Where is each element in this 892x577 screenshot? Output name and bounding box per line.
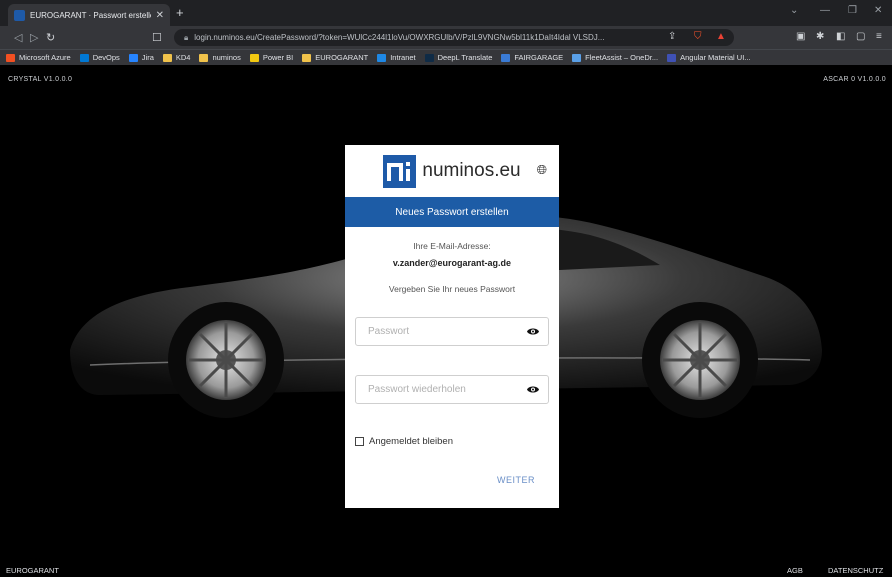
- version-right: ASCAR 0 V1.0.0.0: [823, 76, 886, 83]
- sidebar-icon[interactable]: ◧: [836, 31, 845, 42]
- forward-icon[interactable]: ▷: [30, 31, 38, 44]
- bookmark-icon: [572, 53, 582, 62]
- instruction-text: Vergeben Sie Ihr neues Passwort: [388, 284, 516, 294]
- card-header: numinos.eu 🌐︎: [345, 145, 559, 197]
- brave-shield-icon[interactable]: ⛉: [694, 31, 702, 42]
- bookmark-page-icon[interactable]: ☐: [152, 31, 162, 44]
- bookmarks-bar: Microsoft Azure DevOps Jira KD4 numinos Power…: [0, 49, 892, 65]
- show-password-repeat-icon[interactable]: [527, 385, 539, 394]
- version-left: CRYSTAL V1.0.0.0: [8, 76, 73, 83]
- browser-tab[interactable]: EUROGARANT · Passwort erstellen ✕: [8, 4, 170, 26]
- bookmark-label: Microsoft Azure: [19, 53, 71, 62]
- bookmark-item[interactable]: Intranet: [377, 53, 416, 62]
- bookmark-icon: [199, 53, 209, 62]
- bookmark-item[interactable]: Angular Material UI...: [667, 53, 751, 62]
- bookmark-item[interactable]: EUROGARANT: [302, 53, 368, 62]
- bookmark-item[interactable]: Jira: [128, 53, 154, 62]
- logo-text: numinos.eu: [422, 160, 521, 181]
- bookmark-label: EUROGARANT: [315, 53, 369, 62]
- maximize-icon[interactable]: ❐: [848, 5, 857, 16]
- bookmark-label: Angular Material UI...: [680, 53, 751, 62]
- login-page: CRYSTAL V1.0.0.0 ASCAR 0 V1.0.0.0 numino…: [0, 65, 892, 577]
- bookmark-icon: [501, 53, 511, 62]
- extensions-puzzle-icon[interactable]: ✱: [816, 31, 824, 42]
- bookmark-icon: [162, 53, 172, 62]
- agb-link[interactable]: AGB: [787, 566, 803, 575]
- password-repeat-field[interactable]: [355, 375, 549, 404]
- weiter-button[interactable]: WEITER: [497, 475, 535, 485]
- close-tab-icon[interactable]: ✕: [156, 10, 164, 21]
- bookmark-icon: [377, 53, 387, 62]
- tab-search-icon[interactable]: ⌄: [790, 5, 798, 16]
- url-text: login.numinos.eu/CreatePassword/?token=W…: [194, 33, 605, 42]
- bookmark-label: DeepL Translate: [437, 53, 493, 62]
- bookmark-item[interactable]: FAIRGARAGE: [501, 53, 563, 62]
- show-password-icon[interactable]: [527, 327, 539, 336]
- extension-icon[interactable]: ▣: [796, 31, 805, 42]
- bookmark-label: DevOps: [92, 53, 120, 62]
- minimize-icon[interactable]: —: [820, 5, 830, 16]
- bookmark-icon: [128, 53, 138, 62]
- bookmark-label: Jira: [141, 53, 154, 62]
- password-repeat-input[interactable]: [366, 383, 516, 396]
- browser-tab-bar: EUROGARANT · Passwort erstellen ✕ + ⌄ — …: [0, 0, 892, 26]
- bookmark-item[interactable]: Power BI: [249, 53, 294, 62]
- bookmark-label: Intranet: [390, 53, 416, 62]
- reload-icon[interactable]: ↻: [46, 31, 55, 44]
- share-icon[interactable]: ⇪: [668, 31, 676, 42]
- address-bar[interactable]: 🔒︎ login.numinos.eu/CreatePassword/?toke…: [174, 29, 734, 46]
- wallet-icon[interactable]: ▢: [856, 31, 865, 42]
- menu-icon[interactable]: ≡: [876, 31, 882, 42]
- login-card: numinos.eu 🌐︎ Neues Passwort erstellen I…: [345, 145, 559, 508]
- password-field[interactable]: [355, 317, 549, 346]
- close-window-icon[interactable]: ✕: [874, 5, 882, 16]
- new-tab-icon[interactable]: +: [176, 5, 184, 20]
- browser-toolbar: ◁ ▷ ↻ ☐ 🔒︎ login.numinos.eu/CreatePasswo…: [0, 26, 892, 49]
- bookmark-label: KD4: [175, 53, 191, 62]
- password-input[interactable]: [366, 325, 516, 338]
- bookmark-label: numinos: [212, 53, 241, 62]
- bookmark-icon: [249, 53, 259, 62]
- bookmark-icon: [667, 53, 677, 62]
- brave-rewards-icon[interactable]: ▲: [716, 31, 726, 42]
- bookmark-icon: [79, 53, 89, 62]
- bookmark-icon: [6, 53, 15, 62]
- back-icon[interactable]: ◁: [14, 31, 22, 44]
- remember-label: Angemeldet bleiben: [369, 436, 453, 447]
- bookmark-item[interactable]: DevOps: [79, 53, 120, 62]
- card-banner: Neues Passwort erstellen: [345, 197, 559, 227]
- bookmark-item[interactable]: KD4: [162, 53, 191, 62]
- language-globe-icon[interactable]: 🌐︎: [537, 162, 547, 178]
- footer-brand: EUROGARANT: [6, 566, 59, 575]
- email-value: v.zander@eurogarant-ag.de: [392, 258, 512, 268]
- datenschutz-link[interactable]: DATENSCHUTZ: [828, 566, 883, 575]
- eurogarant-favicon-icon: [14, 9, 25, 21]
- bookmark-icon: [424, 53, 434, 62]
- lock-icon: 🔒︎: [184, 32, 189, 42]
- remember-checkbox[interactable]: [355, 437, 364, 446]
- remember-me[interactable]: Angemeldet bleiben: [355, 436, 453, 447]
- bookmark-item[interactable]: FleetAssist – OneDr...: [572, 53, 658, 62]
- bookmark-label: FAIRGARAGE: [514, 53, 564, 62]
- bookmark-icon: [302, 53, 312, 62]
- bookmark-item[interactable]: DeepL Translate: [424, 53, 493, 62]
- email-label: Ihre E-Mail-Adresse:: [413, 241, 491, 251]
- bookmark-item[interactable]: numinos: [199, 53, 241, 62]
- bookmark-item[interactable]: Microsoft Azure: [6, 53, 71, 62]
- tab-title: EUROGARANT · Passwort erstellen: [30, 10, 151, 20]
- bookmark-label: Power BI: [262, 53, 294, 62]
- bookmark-label: FleetAssist – OneDr...: [585, 53, 659, 62]
- numinos-logo-icon: [383, 154, 417, 188]
